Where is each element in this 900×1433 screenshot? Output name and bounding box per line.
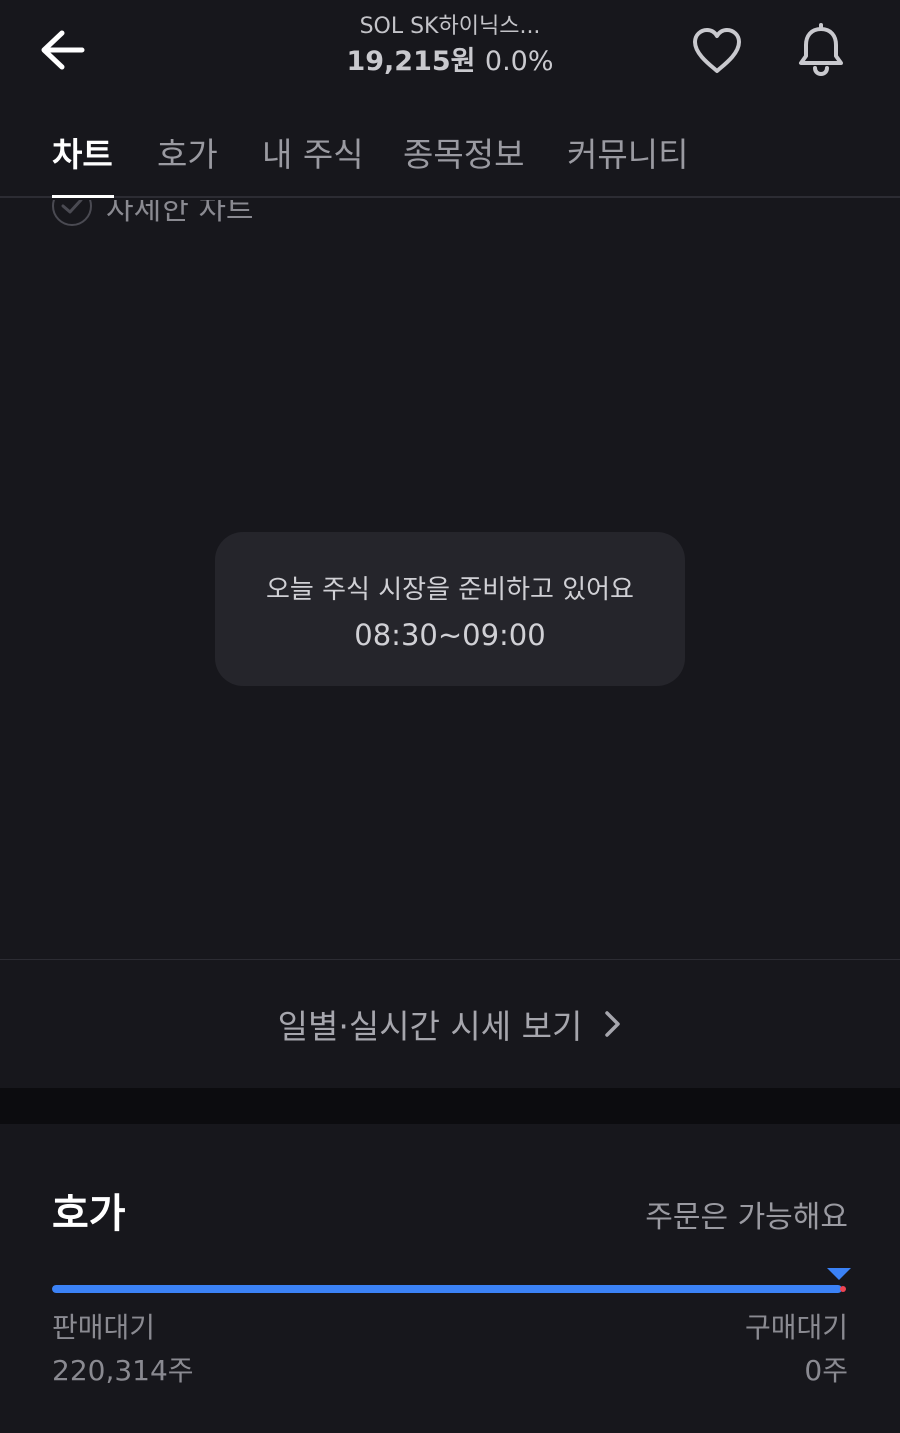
stock-title: SOL SK하이닉스... 19,215원 0.0% (250, 12, 650, 82)
market-preparing-notice: 오늘 주식 시장을 준비하고 있어요 08:30~09:00 (215, 532, 685, 686)
ratio-marker-icon (827, 1268, 851, 1280)
sell-buy-ratio-bar (52, 1285, 842, 1293)
favorite-button[interactable] (690, 24, 744, 78)
chart-area: 자세한 차트 오늘 주식 시장을 준비하고 있어요 08:30~09:00 (0, 200, 900, 960)
notice-message: 오늘 주식 시장을 준비하고 있어요 (266, 575, 634, 605)
buy-pending-label: 구매대기 (744, 1311, 848, 1344)
active-tab-indicator (52, 195, 114, 198)
stock-price-line: 19,215원 0.0% (250, 42, 650, 82)
back-button[interactable] (36, 26, 88, 74)
stock-price: 19,215원 (346, 46, 476, 77)
stock-name: SOL SK하이닉스... (359, 14, 541, 39)
section-gap (0, 1088, 900, 1124)
tab-bar: 차트 호가 내 주식 종목정보 커뮤니티 (0, 100, 900, 198)
buy-pending-value: 0주 (804, 1354, 848, 1387)
orderbook-title: 호가 (52, 1191, 126, 1237)
stock-change-rate: 0.0% (484, 46, 554, 77)
daily-realtime-price-link[interactable]: 일별·실시간 시세 보기 (0, 960, 900, 1088)
tab-stock-info[interactable]: 종목정보 (403, 128, 524, 176)
sell-pending-value: 220,314주 (52, 1354, 194, 1387)
bell-icon (799, 23, 843, 77)
tab-my-stock[interactable]: 내 주식 (262, 128, 364, 176)
detail-chart-label: 자세한 차트 (106, 200, 254, 227)
chevron-right-icon (605, 1011, 621, 1037)
sell-pending-label: 판매대기 (52, 1311, 156, 1344)
order-status: 주문은 가능해요 (645, 1200, 848, 1235)
arrow-left-icon (41, 30, 85, 70)
check-circle-icon (52, 200, 92, 226)
history-link-label: 일별·실시간 시세 보기 (277, 1007, 583, 1046)
alert-button[interactable] (794, 22, 848, 78)
buy-ratio-dot (840, 1286, 846, 1292)
tab-chart[interactable]: 차트 (52, 128, 113, 176)
tab-orderbook[interactable]: 호가 (157, 128, 218, 176)
orderbook-section: 호가 주문은 가능해요 판매대기 220,314주 구매대기 0주 (0, 1124, 900, 1433)
detail-chart-toggle[interactable]: 자세한 차트 (52, 200, 254, 227)
notice-time: 08:30~09:00 (354, 618, 546, 652)
heart-icon (693, 28, 741, 73)
sell-ratio-fill (52, 1285, 842, 1293)
tab-community[interactable]: 커뮤니티 (567, 128, 688, 176)
top-header: SOL SK하이닉스... 19,215원 0.0% (0, 0, 900, 100)
